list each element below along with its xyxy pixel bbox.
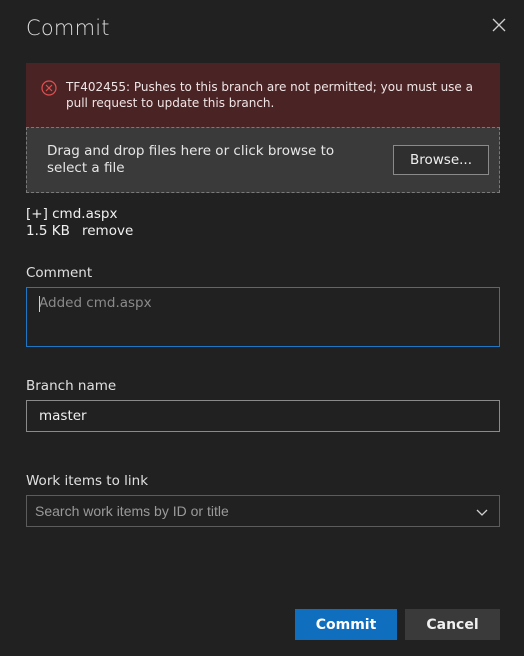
error-message: TF402455: Pushes to this branch are not … [66, 80, 473, 110]
drop-zone-text: Drag and drop files here or click browse… [47, 143, 335, 176]
file-drop-zone[interactable]: Drag and drop files here or click browse… [26, 127, 500, 193]
remove-file-link[interactable]: remove [82, 223, 133, 239]
browse-button[interactable]: Browse... [393, 145, 489, 175]
cancel-button[interactable]: Cancel [405, 609, 500, 640]
text-caret [39, 296, 40, 312]
file-name: [+] cmd.aspx [26, 206, 118, 222]
file-size: 1.5 KB [26, 223, 70, 239]
error-circle-icon [41, 80, 57, 96]
branch-name-input[interactable] [26, 400, 500, 432]
close-icon [492, 18, 506, 32]
error-banner: TF402455: Pushes to this branch are not … [26, 63, 500, 127]
work-items-placeholder: Search work items by ID or title [35, 503, 229, 519]
comment-label: Comment [26, 265, 93, 281]
branch-name-label: Branch name [26, 378, 117, 394]
close-button[interactable] [488, 14, 510, 36]
work-items-search[interactable]: Search work items by ID or title [26, 495, 500, 527]
comment-input[interactable] [26, 287, 500, 347]
commit-button[interactable]: Commit [295, 609, 397, 640]
work-items-label: Work items to link [26, 473, 149, 489]
chevron-down-icon [476, 509, 488, 516]
dialog-title: Commit [26, 16, 110, 40]
